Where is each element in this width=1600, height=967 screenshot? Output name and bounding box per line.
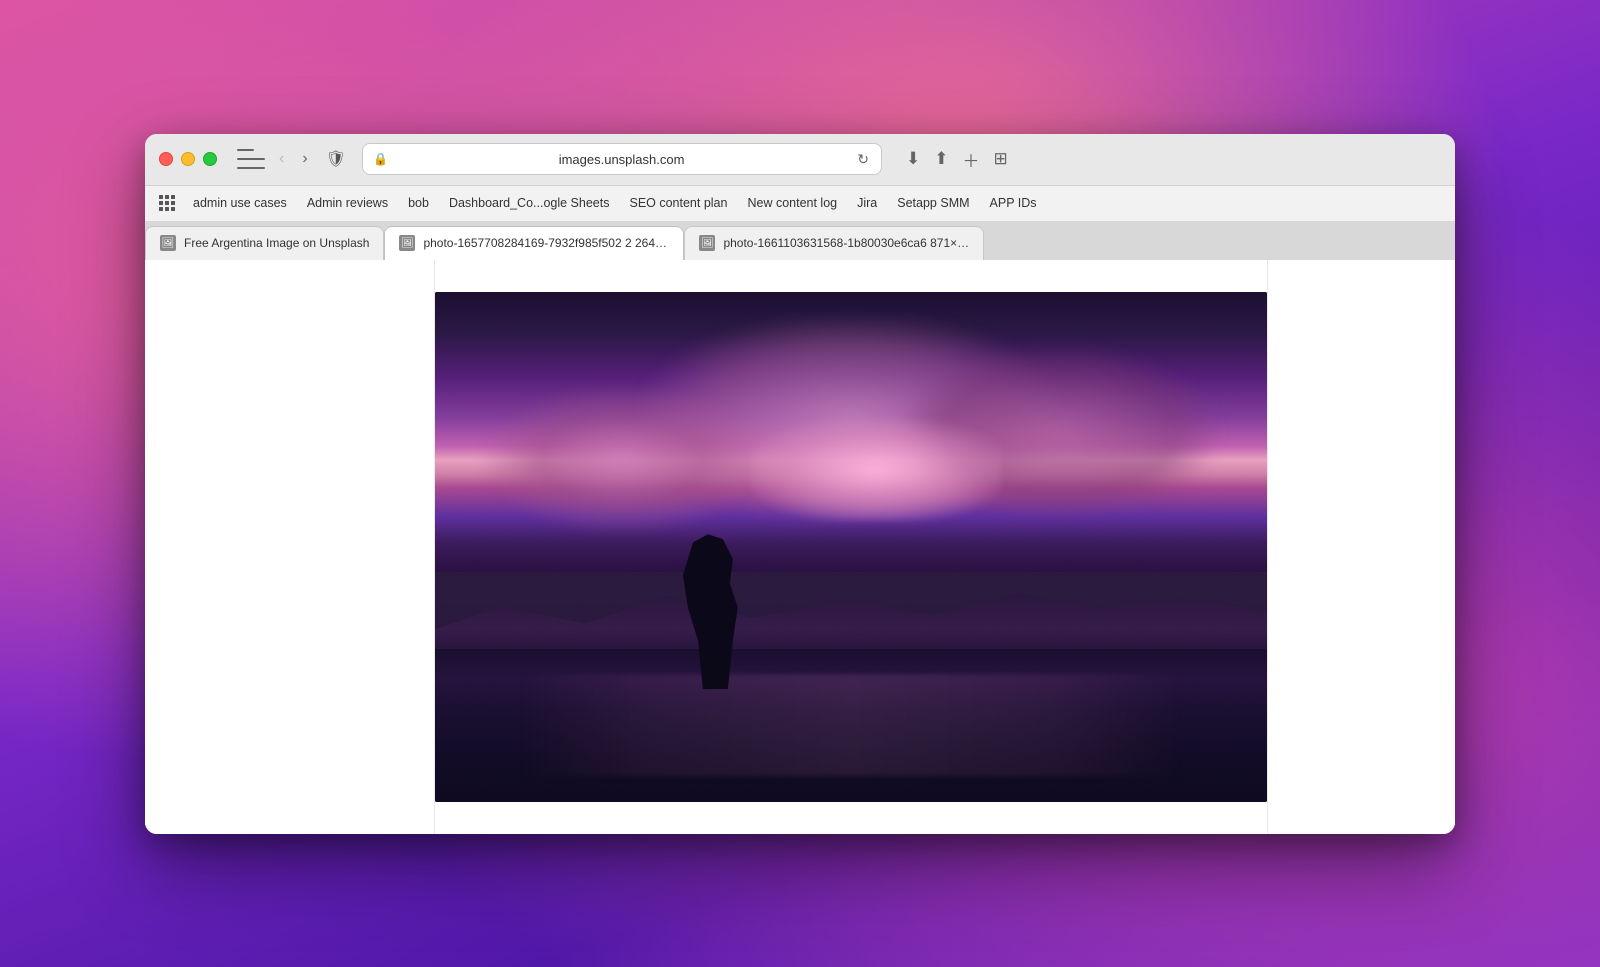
apps-launcher-icon[interactable] (159, 195, 175, 211)
bookmark-admin-reviews[interactable]: Admin reviews (299, 193, 396, 213)
tab-3-favicon: 🖼 (699, 235, 715, 251)
minimize-button[interactable] (181, 152, 195, 166)
tab-3[interactable]: 🖼 photo-1661103631568-1b80030e6ca6 871×5… (684, 226, 984, 260)
maximize-button[interactable] (203, 152, 217, 166)
bookmark-jira[interactable]: Jira (849, 193, 885, 213)
toolbar-right: ⬇ ⬆ ＋ ⊞ (906, 147, 1008, 172)
tabs-bar: 🖼 Free Argentina Image on Unsplash 🖼 pho… (145, 222, 1455, 260)
main-content (435, 260, 1267, 834)
tab-1-title: Free Argentina Image on Unsplash (184, 236, 369, 250)
bookmark-app-ids[interactable]: APP IDs (982, 193, 1045, 213)
sidebar-toggle-button[interactable] (237, 149, 265, 169)
share-icon[interactable]: ⬆ (934, 149, 948, 169)
bookmark-dashboard-google-sheets[interactable]: Dashboard_Co...ogle Sheets (441, 193, 618, 213)
tab-2-title: photo-1657708284169-7932f985f502 2 264x2… (423, 236, 669, 250)
tab-3-title: photo-1661103631568-1b80030e6ca6 871×580… (723, 236, 969, 250)
titlebar: ‹ › 🛡 🔒 images.unsplash.com ↻ ⬇ ⬆ ＋ ⊞ (145, 134, 1455, 186)
bookmarks-bar: admin use cases Admin reviews bob Dashbo… (145, 186, 1455, 222)
bookmark-admin-use-cases[interactable]: admin use cases (185, 193, 295, 213)
forward-button[interactable]: › (298, 149, 311, 169)
content-area (145, 260, 1455, 834)
photo-display (435, 292, 1267, 802)
tab-1-favicon: 🖼 (160, 235, 176, 251)
url-text: images.unsplash.com (394, 152, 849, 167)
shield-icon: 🛡 (326, 149, 346, 169)
reload-button[interactable]: ↻ (855, 149, 871, 170)
bookmark-setapp-smm[interactable]: Setapp SMM (889, 193, 977, 213)
photo-overlay (435, 292, 1267, 802)
tab-2-favicon: 🖼 (399, 235, 415, 251)
new-tab-icon[interactable]: ＋ (962, 147, 979, 172)
sidebar-panel (145, 260, 435, 834)
bookmark-bob[interactable]: bob (400, 193, 437, 213)
traffic-lights (159, 152, 217, 166)
close-button[interactable] (159, 152, 173, 166)
browser-window: ‹ › 🛡 🔒 images.unsplash.com ↻ ⬇ ⬆ ＋ ⊞ ad… (145, 134, 1455, 834)
bookmark-new-content-log[interactable]: New content log (739, 193, 845, 213)
lock-icon: 🔒 (373, 152, 388, 166)
back-button[interactable]: ‹ (275, 149, 288, 169)
tab-2[interactable]: 🖼 photo-1657708284169-7932f985f502 2 264… (384, 226, 684, 260)
download-icon[interactable]: ⬇ (906, 149, 920, 169)
bookmark-seo-content-plan[interactable]: SEO content plan (621, 193, 735, 213)
grid-view-icon[interactable]: ⊞ (993, 149, 1007, 169)
address-bar[interactable]: 🔒 images.unsplash.com ↻ (362, 143, 882, 175)
tab-1[interactable]: 🖼 Free Argentina Image on Unsplash (145, 226, 384, 260)
right-panel (1267, 260, 1455, 834)
